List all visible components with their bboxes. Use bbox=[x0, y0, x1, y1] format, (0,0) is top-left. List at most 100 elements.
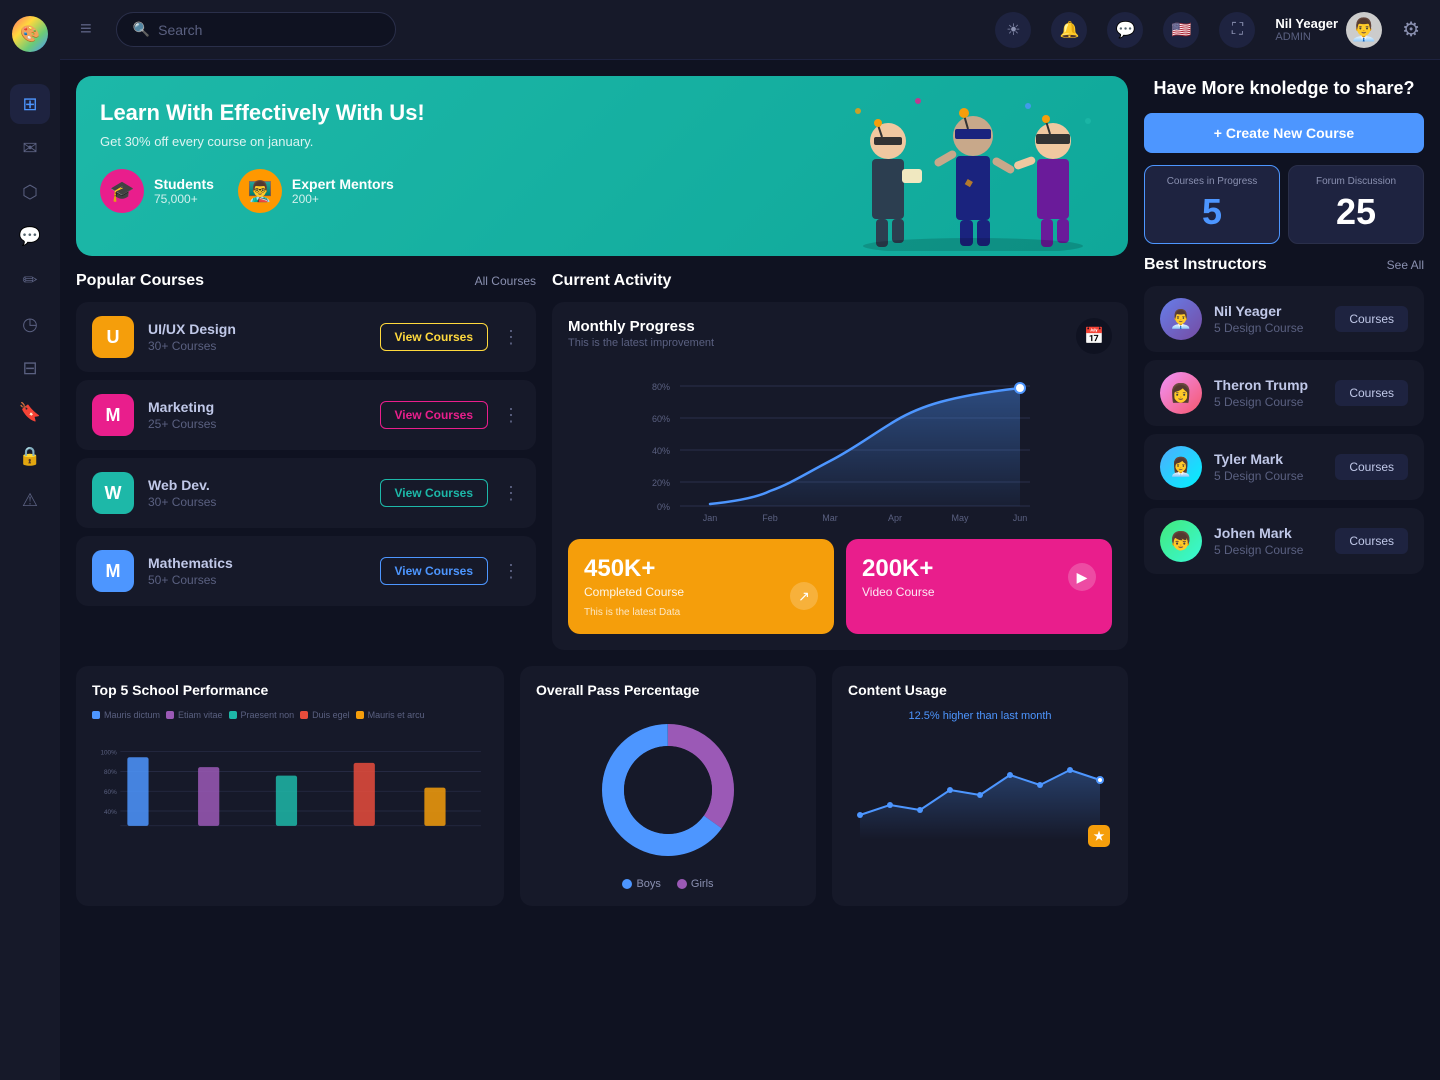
content-area: Learn With Effectively With Us! Get 30% … bbox=[60, 60, 1440, 1080]
sidebar-item-messages[interactable]: ✉ bbox=[10, 128, 50, 168]
view-courses-btn-math[interactable]: View Courses bbox=[380, 557, 488, 585]
search-bar: 🔍 bbox=[116, 12, 396, 47]
sidebar-item-edit[interactable]: ✏ bbox=[10, 260, 50, 300]
settings-icon[interactable]: ⚙ bbox=[1402, 17, 1420, 42]
calendar-icon[interactable]: 📅 bbox=[1076, 318, 1112, 354]
menu-toggle-icon[interactable]: ≡ bbox=[80, 18, 92, 41]
banner-illustration bbox=[828, 76, 1108, 256]
instructor-name-theron: Theron Trump bbox=[1214, 377, 1323, 393]
instructor-courses-theron: 5 Design Course bbox=[1214, 395, 1323, 409]
svg-text:100%: 100% bbox=[100, 749, 117, 756]
boys-label: Boys bbox=[636, 878, 660, 890]
completed-course-desc: This is the latest Data bbox=[584, 607, 818, 618]
activity-title: Current Activity bbox=[552, 272, 671, 290]
sidebar-item-chat[interactable]: 💬 bbox=[10, 216, 50, 256]
course-icon-webdev: W bbox=[92, 472, 134, 514]
see-all-link[interactable]: See All bbox=[1387, 258, 1424, 272]
svg-text:20%: 20% bbox=[652, 478, 670, 488]
course-count-math: 50+ Courses bbox=[148, 573, 366, 587]
content-usage-chart: ★ bbox=[848, 730, 1112, 850]
all-courses-link[interactable]: All Courses bbox=[475, 274, 536, 288]
course-count-uiux: 30+ Courses bbox=[148, 339, 366, 353]
view-courses-btn-marketing[interactable]: View Courses bbox=[380, 401, 488, 429]
content-usage-card: Content Usage 12.5% higher than last mon… bbox=[832, 666, 1128, 906]
search-icon: 🔍 bbox=[133, 21, 150, 38]
svg-text:0%: 0% bbox=[657, 502, 670, 512]
courses-btn-johen[interactable]: Courses bbox=[1335, 528, 1408, 554]
courses-in-progress-value: 5 bbox=[1155, 191, 1269, 233]
view-courses-btn-uiux[interactable]: View Courses bbox=[380, 323, 488, 351]
course-card-uiux: U UI/UX Design 30+ Courses View Courses … bbox=[76, 302, 536, 372]
search-input[interactable] bbox=[158, 22, 358, 38]
header: ≡ 🔍 ☀ 🔔 💬 🇺🇸 ⛶ Nil Yeager ADMIN 👨‍💼 ⚙ bbox=[60, 0, 1440, 60]
chat-icon[interactable]: 💬 bbox=[1107, 12, 1143, 48]
courses-in-progress-tab[interactable]: Courses in Progress 5 bbox=[1144, 165, 1280, 244]
completed-course-stat: 450K+ Completed Course This is the lates… bbox=[568, 539, 834, 634]
school-performance-card: Top 5 School Performance Mauris dictum E… bbox=[76, 666, 504, 906]
content-usage-stat: 12.5% higher than last month bbox=[848, 710, 1112, 722]
svg-text:Jan: Jan bbox=[703, 513, 718, 523]
school-perf-title: Top 5 School Performance bbox=[92, 682, 488, 698]
courses-btn-theron[interactable]: Courses bbox=[1335, 380, 1408, 406]
current-activity-section: Current Activity Monthly Progress This i… bbox=[552, 272, 1128, 650]
flag-icon[interactable]: 🇺🇸 bbox=[1163, 12, 1199, 48]
sidebar-item-clock[interactable]: ◷ bbox=[10, 304, 50, 344]
donut-legend: Boys Girls bbox=[622, 878, 713, 890]
video-course-stat: 200K+ Video Course ▶ bbox=[846, 539, 1112, 634]
more-options-icon-marketing[interactable]: ⋮ bbox=[502, 405, 520, 426]
brightness-icon[interactable]: ☀ bbox=[995, 12, 1031, 48]
more-options-icon-uiux[interactable]: ⋮ bbox=[502, 327, 520, 348]
more-options-icon-webdev[interactable]: ⋮ bbox=[502, 483, 520, 504]
activity-header: Current Activity bbox=[552, 272, 1128, 290]
sidebar-item-apps[interactable]: ⬡ bbox=[10, 172, 50, 212]
svg-text:40%: 40% bbox=[652, 446, 670, 456]
legend-duis-egel: Duis egel bbox=[312, 710, 350, 720]
instructors-header: Best Instructors See All bbox=[1144, 256, 1424, 274]
sidebar: 🎨 ⊞ ✉ ⬡ 💬 ✏ ◷ ⊟ 🔖 🔒 ⚠ bbox=[0, 0, 60, 1080]
girls-label: Girls bbox=[691, 878, 714, 890]
completed-course-number: 450K+ bbox=[584, 555, 818, 583]
activity-stats-row: 450K+ Completed Course This is the lates… bbox=[568, 539, 1112, 634]
middle-row: Popular Courses All Courses U UI/UX Desi… bbox=[76, 272, 1128, 650]
create-course-button[interactable]: + Create New Course bbox=[1144, 113, 1424, 153]
more-options-icon-math[interactable]: ⋮ bbox=[502, 561, 520, 582]
content-usage-title: Content Usage bbox=[848, 682, 1112, 698]
sidebar-item-lock[interactable]: 🔒 bbox=[10, 436, 50, 476]
sidebar-item-alert[interactable]: ⚠ bbox=[10, 480, 50, 520]
sidebar-item-home[interactable]: ⊞ bbox=[10, 84, 50, 124]
course-card-marketing: M Marketing 25+ Courses View Courses ⋮ bbox=[76, 380, 536, 450]
donut-chart bbox=[588, 710, 748, 870]
instructor-name-tyler: Tyler Mark bbox=[1214, 451, 1323, 467]
forum-discussion-tab[interactable]: Forum Discussion 25 bbox=[1288, 165, 1424, 244]
students-stat: 🎓 Students 75,000+ bbox=[100, 169, 214, 213]
instructor-courses-tyler: 5 Design Course bbox=[1214, 469, 1323, 483]
students-label: Students bbox=[154, 176, 214, 192]
user-info[interactable]: Nil Yeager ADMIN 👨‍💼 bbox=[1275, 12, 1382, 48]
bar-chart-legend: Mauris dictum Etiam vitae Praesent non D… bbox=[92, 710, 488, 720]
instructor-courses-johen: 5 Design Course bbox=[1214, 543, 1323, 557]
user-name: Nil Yeager bbox=[1275, 16, 1338, 31]
popular-courses-title: Popular Courses bbox=[76, 272, 204, 290]
notification-icon[interactable]: 🔔 bbox=[1051, 12, 1087, 48]
instructor-name-johen: Johen Mark bbox=[1214, 525, 1323, 541]
course-icon-math: M bbox=[92, 550, 134, 592]
svg-text:Jun: Jun bbox=[1013, 513, 1028, 523]
main-area: ≡ 🔍 ☀ 🔔 💬 🇺🇸 ⛶ Nil Yeager ADMIN 👨‍💼 ⚙ bbox=[60, 0, 1440, 1080]
fullscreen-icon[interactable]: ⛶ bbox=[1219, 12, 1255, 48]
header-icons: ☀ 🔔 💬 🇺🇸 ⛶ Nil Yeager ADMIN 👨‍💼 ⚙ bbox=[995, 12, 1420, 48]
courses-btn-tyler[interactable]: Courses bbox=[1335, 454, 1408, 480]
view-courses-btn-webdev[interactable]: View Courses bbox=[380, 479, 488, 507]
instructor-avatar-tyler: 👩‍💼 bbox=[1160, 446, 1202, 488]
course-name-webdev: Web Dev. bbox=[148, 477, 366, 493]
course-icon-marketing: M bbox=[92, 394, 134, 436]
courses-btn-nil[interactable]: Courses bbox=[1335, 306, 1408, 332]
svg-text:60%: 60% bbox=[652, 414, 670, 424]
instructor-courses-nil: 5 Design Course bbox=[1214, 321, 1323, 335]
legend-etiam-vitae: Etiam vitae bbox=[178, 710, 223, 720]
course-count-webdev: 30+ Courses bbox=[148, 495, 366, 509]
pass-percentage-card: Overall Pass Percentage bbox=[520, 666, 816, 906]
course-count-marketing: 25+ Courses bbox=[148, 417, 366, 431]
sidebar-item-grid[interactable]: ⊟ bbox=[10, 348, 50, 388]
courses-in-progress-label: Courses in Progress bbox=[1155, 176, 1269, 187]
sidebar-item-bookmark[interactable]: 🔖 bbox=[10, 392, 50, 432]
